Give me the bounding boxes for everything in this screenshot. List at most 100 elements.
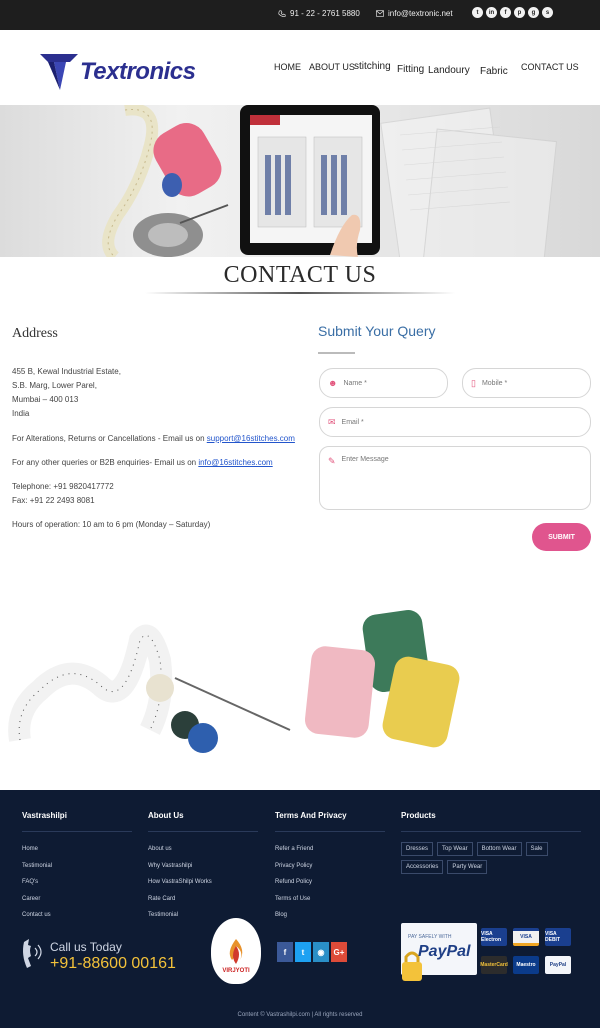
footer-link-about[interactable]: About us [148, 841, 212, 858]
linkedin-icon[interactable]: in [486, 7, 497, 18]
tag-bottom-wear[interactable]: Bottom Wear [476, 842, 522, 856]
topbar-socials: t in f p g s [472, 7, 553, 18]
footer-divider [401, 831, 581, 832]
message-placeholder: Enter Message [341, 456, 389, 463]
instagram-icon[interactable]: ◉ [313, 942, 329, 962]
info-email-link[interactable]: info@16stitches.com [198, 458, 272, 467]
email-field[interactable]: ✉ Email * [319, 407, 591, 437]
name-field[interactable]: ☻ Name * [319, 368, 448, 398]
footer: Vastrashilpi About Us Terms And Privacy … [0, 790, 600, 1028]
topbar-email-text: info@textronic.net [388, 9, 453, 18]
footer-link-testimonial-2[interactable]: Testimonial [148, 907, 212, 924]
b2b-text: For any other queries or B2B enquiries- … [12, 458, 199, 467]
google-plus-icon[interactable]: g [528, 7, 539, 18]
edit-icon: ✎ [328, 456, 336, 466]
envelope-icon: ✉ [328, 416, 336, 427]
address-line-3: Mumbai – 400 013 [12, 395, 79, 404]
footer-link-terms[interactable]: Terms of Use [275, 891, 313, 908]
product-tags: Dresses Top Wear Bottom Wear Sale Access… [401, 842, 581, 874]
footer-link-home[interactable]: Home [22, 841, 52, 858]
nav-about-us[interactable]: ABOUT US [309, 62, 355, 72]
footer-divider [22, 831, 132, 832]
email-placeholder: Email * [341, 418, 364, 426]
brand-logo[interactable]: Textronics [40, 52, 196, 92]
twitter-icon[interactable]: t [472, 7, 483, 18]
nav-fitting[interactable]: Fitting [397, 64, 424, 75]
mastercard-card: MasterCard [480, 956, 508, 974]
tag-accessories[interactable]: Accessories [401, 860, 444, 874]
pinterest-icon[interactable]: p [514, 7, 525, 18]
call-icon [23, 939, 42, 968]
nav-stitching[interactable]: stitching [354, 61, 391, 72]
footer-link-blog[interactable]: Blog [275, 907, 313, 924]
skype-icon[interactable]: s [542, 7, 553, 18]
footer-socials: f t ◉ G+ [277, 942, 347, 962]
footer-link-testimonial[interactable]: Testimonial [22, 858, 52, 875]
call-label: Call us Today [50, 940, 122, 954]
user-icon: ☻ [328, 378, 338, 388]
query-heading: Submit Your Query [318, 323, 436, 339]
footer-col4-title: Products [401, 811, 436, 820]
visa-debit-card: VISA DEBIT [545, 928, 571, 946]
textronics-logo-icon [40, 54, 78, 90]
tag-sale[interactable]: Sale [525, 842, 548, 856]
nav-home[interactable]: HOME [274, 62, 301, 72]
footer-col3-links: Refer a Friend Privacy Policy Refund Pol… [275, 841, 313, 924]
message-field[interactable]: ✎ Enter Message [319, 446, 591, 510]
call-number[interactable]: +91-88600 00161 [50, 955, 176, 973]
telephone-text: Telephone: +91 9820417772 [12, 482, 114, 491]
footer-col1-links: Home Testimonial FAQ's Career Contact us [22, 841, 52, 924]
footer-link-refer[interactable]: Refer a Friend [275, 841, 313, 858]
topbar-phone-text: 91 - 22 - 2761 5880 [290, 9, 360, 18]
top-bar: 91 - 22 - 2761 5880 info@textronic.net t… [0, 0, 600, 30]
footer-link-how[interactable]: How VastraShilpi Works [148, 874, 212, 891]
footer-col2-title: About Us [148, 811, 184, 820]
sewing-supplies-image [8, 610, 460, 753]
mobile-field[interactable]: ▯ Mobile * [462, 368, 591, 398]
footer-divider [148, 831, 258, 832]
topbar-phone[interactable]: 91 - 22 - 2761 5880 [278, 9, 360, 18]
alterations-line: For Alterations, Returns or Cancellation… [12, 432, 295, 446]
footer-col3-title: Terms And Privacy [275, 811, 347, 820]
hours-text: Hours of operation: 10 am to 6 pm (Monda… [12, 520, 211, 529]
visa-card: VISA [513, 928, 539, 946]
footer-link-career[interactable]: Career [22, 891, 52, 908]
copyright: Content © Vastrashilpi.com | All rights … [237, 1012, 363, 1018]
address-block: 455 B, Kewal Industrial Estate, S.B. Mar… [12, 365, 121, 421]
mobile-icon: ▯ [471, 377, 476, 388]
footer-link-contact[interactable]: Contact us [22, 907, 52, 924]
address-line-2: S.B. Marg, Lower Parel, [12, 381, 97, 390]
address-line-1: 455 B, Kewal Industrial Estate, [12, 367, 121, 376]
support-email-link[interactable]: support@16stitches.com [207, 434, 295, 443]
tag-top-wear[interactable]: Top Wear [437, 842, 473, 856]
nav-fabric[interactable]: Fabric [480, 66, 508, 77]
footer-link-privacy[interactable]: Privacy Policy [275, 858, 313, 875]
tag-dresses[interactable]: Dresses [401, 842, 434, 856]
nav-landoury[interactable]: Landoury [428, 65, 470, 76]
topbar-email[interactable]: info@textronic.net [376, 9, 453, 18]
twitter-icon[interactable]: t [295, 942, 311, 962]
query-underline [318, 352, 355, 354]
hero-banner [0, 105, 600, 257]
paypal-card: PayPal [545, 956, 571, 974]
google-plus-icon[interactable]: G+ [331, 942, 347, 962]
title-underline [145, 292, 455, 294]
facebook-icon[interactable]: f [277, 942, 293, 962]
banner-illustration [102, 105, 558, 257]
flame-icon [229, 939, 243, 964]
phone-icon [278, 9, 286, 17]
footer-link-faqs[interactable]: FAQ's [22, 874, 52, 891]
paypal-word: PayPal [418, 943, 471, 960]
paypal-label: PAY SAFELY WITH [408, 934, 452, 940]
footer-divider [275, 831, 385, 832]
header: Textronics HOME ABOUT US stitching Fitti… [0, 30, 600, 105]
name-placeholder: Name * [343, 379, 367, 387]
footer-link-rate-card[interactable]: Rate Card [148, 891, 212, 908]
submit-button[interactable]: SUBMIT [532, 523, 591, 551]
facebook-icon[interactable]: f [500, 7, 511, 18]
tag-party-wear[interactable]: Party Wear [447, 860, 488, 874]
b2b-line: For any other queries or B2B enquiries- … [12, 456, 273, 470]
footer-link-refund[interactable]: Refund Policy [275, 874, 313, 891]
nav-contact-us[interactable]: CONTACT US [521, 62, 579, 72]
footer-link-why[interactable]: Why Vastrashilpi [148, 858, 212, 875]
